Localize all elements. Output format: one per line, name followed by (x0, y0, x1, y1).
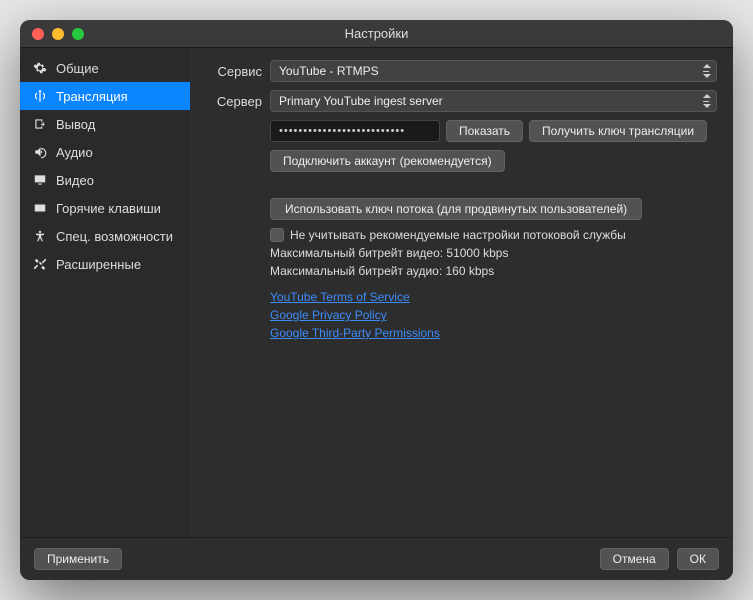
max-video-bitrate: Максимальный битрейт видео: 51000 kbps (270, 246, 717, 260)
sidebar-item-hotkeys[interactable]: Горячие клавиши (20, 194, 190, 222)
footer: Применить Отмена ОК (20, 537, 733, 580)
sidebar-item-stream[interactable]: Трансляция (20, 82, 190, 110)
stream-key-input[interactable]: •••••••••••••••••••••••••• (270, 120, 440, 142)
monitor-icon (32, 172, 48, 188)
server-value: Primary YouTube ingest server (279, 94, 443, 108)
service-select[interactable]: YouTube - RTMPS (270, 60, 717, 82)
gear-icon (32, 60, 48, 76)
minimize-icon[interactable] (52, 28, 64, 40)
ignore-recommendations-label: Не учитывать рекомендуемые настройки пот… (290, 228, 626, 242)
link-google-privacy[interactable]: Google Privacy Policy (270, 306, 717, 324)
show-key-button[interactable]: Показать (446, 120, 523, 142)
speaker-icon (32, 144, 48, 160)
server-select[interactable]: Primary YouTube ingest server (270, 90, 717, 112)
window-controls (32, 28, 84, 40)
ignore-recommendations-checkbox[interactable] (270, 228, 284, 242)
service-value: YouTube - RTMPS (279, 64, 379, 78)
link-google-thirdparty[interactable]: Google Third-Party Permissions (270, 324, 717, 342)
apply-button[interactable]: Применить (34, 548, 122, 570)
sidebar: Общие Трансляция Вывод Аудио (20, 48, 190, 537)
close-icon[interactable] (32, 28, 44, 40)
sidebar-item-accessibility[interactable]: Спец. возможности (20, 222, 190, 250)
sidebar-item-label: Общие (56, 61, 99, 76)
sidebar-item-output[interactable]: Вывод (20, 110, 190, 138)
output-icon (32, 116, 48, 132)
service-label: Сервис (200, 64, 262, 79)
keyboard-icon (32, 200, 48, 216)
max-audio-bitrate: Максимальный битрейт аудио: 160 kbps (270, 264, 717, 278)
content-panel: Сервис YouTube - RTMPS Сервер Primary Yo… (190, 48, 733, 537)
use-stream-key-button[interactable]: Использовать ключ потока (для продвинуты… (270, 198, 642, 220)
sidebar-item-label: Горячие клавиши (56, 201, 161, 216)
sidebar-item-advanced[interactable]: Расширенные (20, 250, 190, 278)
links: YouTube Terms of Service Google Privacy … (270, 288, 717, 342)
cancel-button[interactable]: Отмена (600, 548, 669, 570)
sidebar-item-label: Спец. возможности (56, 229, 173, 244)
antenna-icon (32, 88, 48, 104)
chevron-updown-icon (703, 64, 711, 78)
maximize-icon[interactable] (72, 28, 84, 40)
tools-icon (32, 256, 48, 272)
sidebar-item-label: Трансляция (56, 89, 128, 104)
link-youtube-tos[interactable]: YouTube Terms of Service (270, 288, 717, 306)
ok-button[interactable]: ОК (677, 548, 719, 570)
get-stream-key-button[interactable]: Получить ключ трансляции (529, 120, 707, 142)
sidebar-item-video[interactable]: Видео (20, 166, 190, 194)
sidebar-item-general[interactable]: Общие (20, 54, 190, 82)
settings-window: Настройки Общие Трансляция Вывод (20, 20, 733, 580)
window-title: Настройки (20, 26, 733, 41)
server-label: Сервер (200, 94, 262, 109)
sidebar-item-label: Аудио (56, 145, 93, 160)
sidebar-item-audio[interactable]: Аудио (20, 138, 190, 166)
stream-key-mask: •••••••••••••••••••••••••• (279, 125, 405, 137)
connect-account-button[interactable]: Подключить аккаунт (рекомендуется) (270, 150, 505, 172)
sidebar-item-label: Видео (56, 173, 94, 188)
sidebar-item-label: Расширенные (56, 257, 141, 272)
accessibility-icon (32, 228, 48, 244)
sidebar-item-label: Вывод (56, 117, 95, 132)
chevron-updown-icon (703, 94, 711, 108)
titlebar: Настройки (20, 20, 733, 48)
